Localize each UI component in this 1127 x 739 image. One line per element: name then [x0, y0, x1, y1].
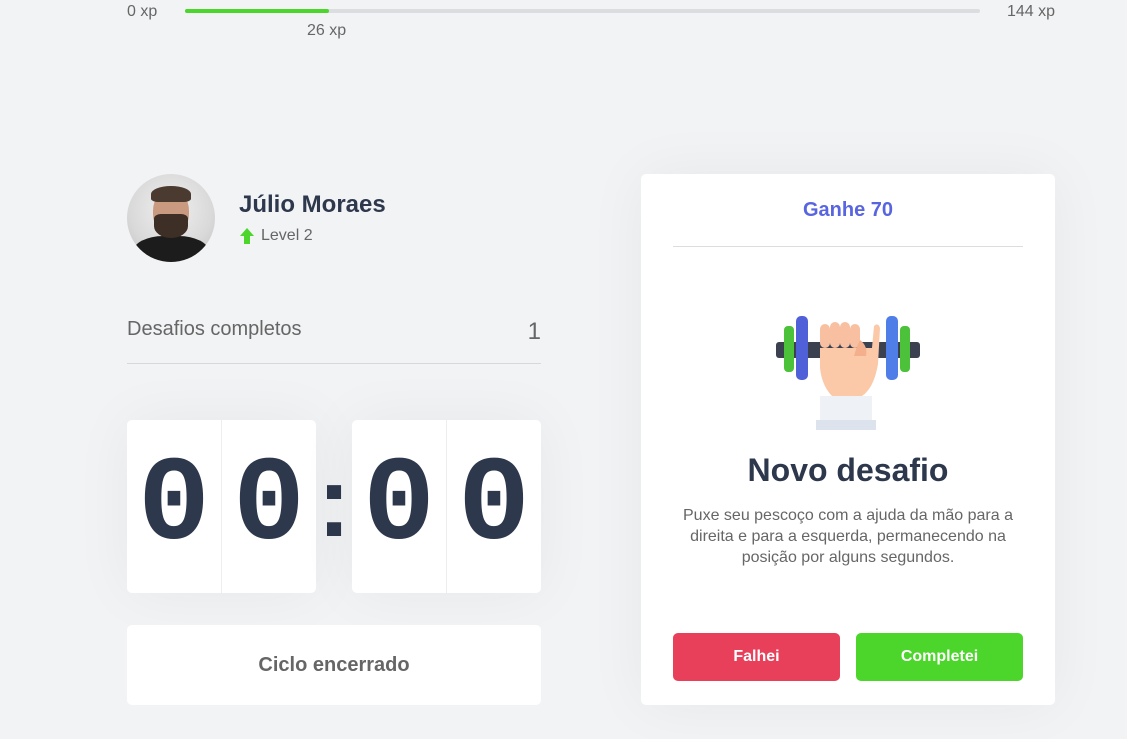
dumbbell-body-icon: [776, 316, 920, 430]
profile-name: Júlio Moraes: [239, 191, 386, 218]
level-up-arrow-icon: [240, 228, 254, 244]
challenge-reward: Ganhe 70: [673, 174, 1023, 247]
xp-max-label: 144 xp: [1006, 3, 1055, 20]
cycle-finished-button[interactable]: Ciclo encerrado: [127, 625, 541, 705]
xp-current-label: 26 xp: [307, 22, 347, 39]
completed-challenges: Desafios completos 1: [127, 318, 541, 364]
second-digit-left: 0: [352, 420, 447, 593]
profile: Júlio Moraes Level 2: [127, 174, 386, 262]
profile-info: Júlio Moraes Level 2: [239, 191, 386, 245]
countdown-seconds: 0 0: [352, 420, 541, 593]
challenge-actions: Falhei Completei: [673, 633, 1023, 681]
xp-min-label: 0 xp: [127, 3, 158, 20]
profile-level: Level 2: [239, 227, 386, 245]
minute-digit-left: 0: [127, 420, 222, 593]
completed-challenges-label: Desafios completos: [127, 318, 302, 340]
challenge-title: Novo desafio: [747, 452, 949, 488]
countdown: 0 0 : 0 0: [127, 420, 541, 593]
xp-progress-fill: [185, 9, 329, 13]
completed-button[interactable]: Completei: [856, 633, 1023, 681]
xp-track: [185, 9, 980, 13]
failed-button[interactable]: Falhei: [673, 633, 840, 681]
second-digit-right: 0: [457, 438, 530, 575]
completed-challenges-count: 1: [527, 318, 541, 345]
countdown-minutes: 0 0: [127, 420, 316, 593]
minute-digit-right: 0: [232, 438, 305, 575]
countdown-separator: :: [317, 445, 351, 558]
avatar: [127, 174, 215, 262]
challenge-description: Puxe seu pescoço com a ajuda da mão para…: [683, 507, 1013, 566]
level-label: Level 2: [261, 227, 313, 244]
experience-bar: 0 xp 26 xp 144 xp: [127, 0, 1055, 40]
challenge-card: Ganhe 70 Novo desafio Puxe seu pescoço c…: [641, 174, 1055, 705]
